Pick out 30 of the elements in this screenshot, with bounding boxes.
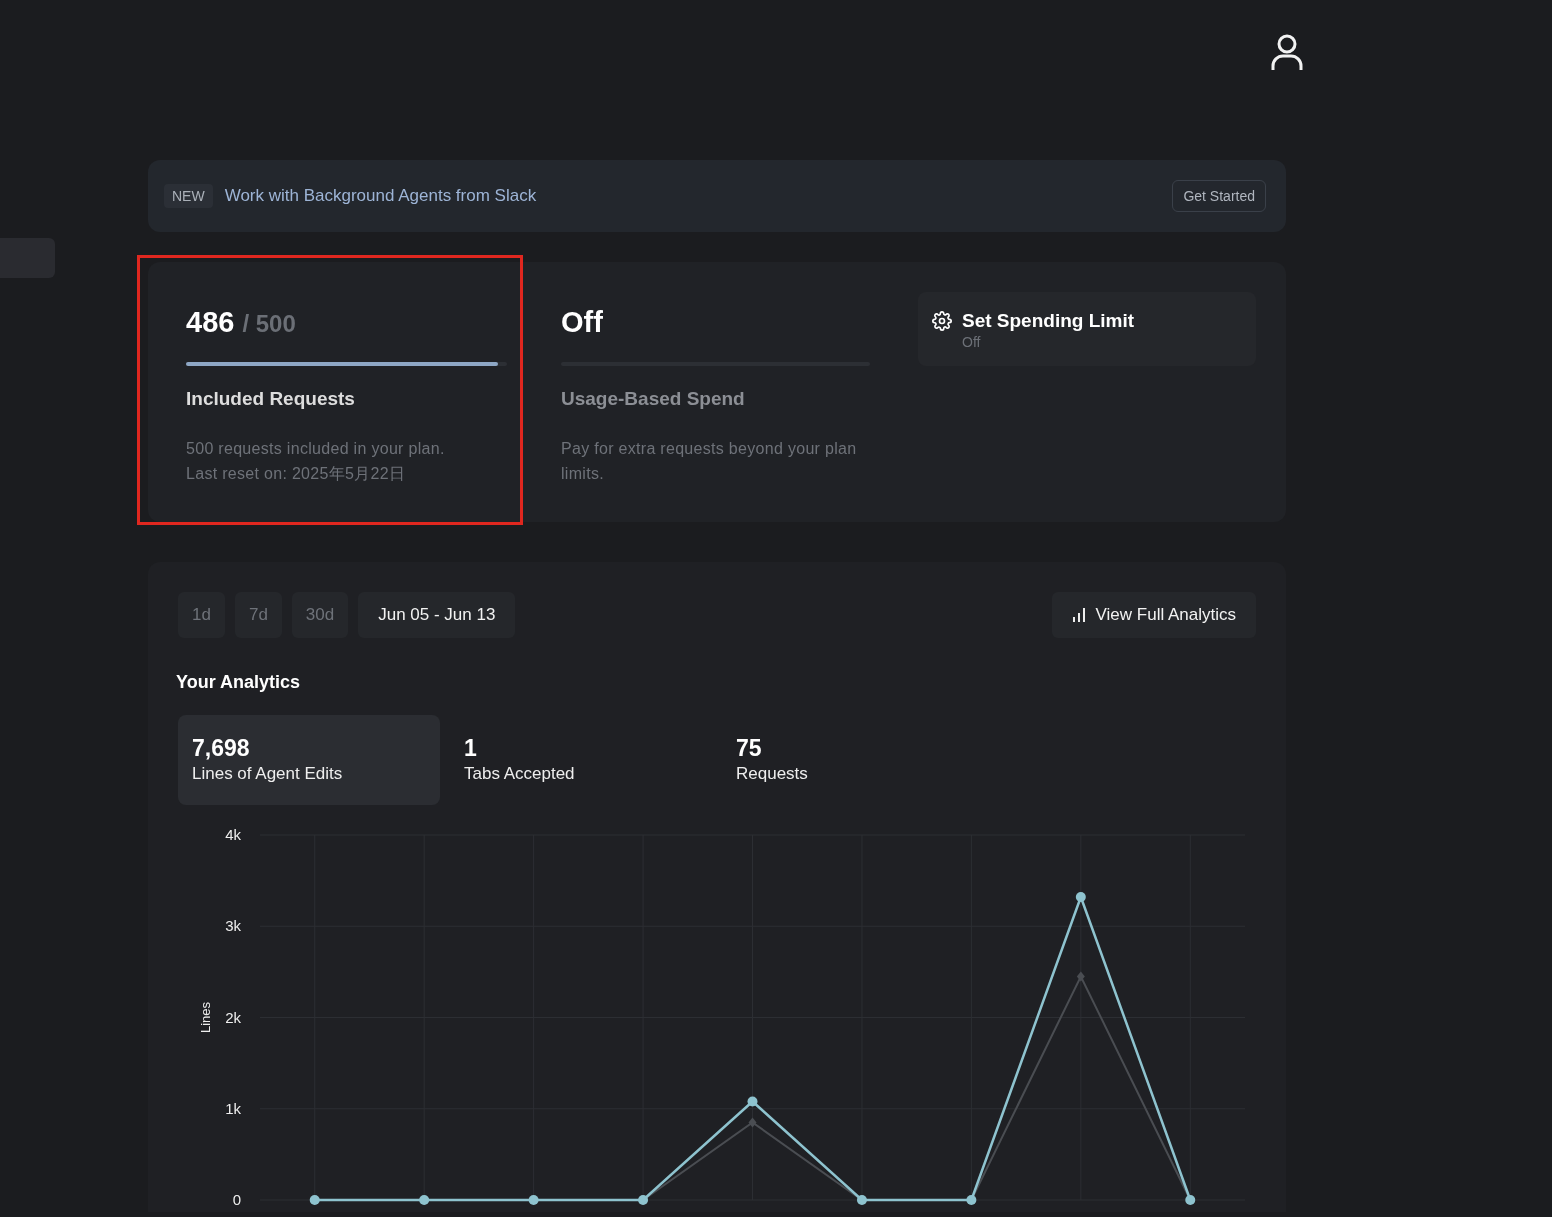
usage-value: 486 [186, 306, 235, 339]
spending-limit-button[interactable]: Set Spending Limit Off [918, 292, 1256, 366]
banner-message: Work with Background Agents from Slack [224, 186, 538, 206]
meter-description: Pay for extra requests beyond your plan limits. [561, 439, 858, 484]
point [747, 1096, 758, 1107]
y-tick-label: 2k [225, 1008, 241, 1026]
usage-value: Off [561, 306, 603, 339]
usage-total: / 500 [242, 310, 296, 338]
section-title: Your Analytics [176, 672, 302, 693]
user-icon[interactable] [1269, 34, 1305, 72]
point [748, 1117, 757, 1128]
y-axis-label: Lines [198, 1001, 213, 1034]
meter-title: Usage-Based Spend [561, 388, 746, 410]
point [1076, 971, 1085, 982]
y-tick-label: 0 [232, 1191, 241, 1208]
meter-title: Included Requests [186, 388, 356, 410]
y-tick-label: 1k [225, 1099, 241, 1117]
y-tick-label: 3k [225, 917, 241, 935]
gear-icon [932, 311, 952, 331]
stat-tab[interactable]: 1 Tabs Accepted [450, 715, 712, 805]
point [1075, 892, 1086, 903]
stat-tab[interactable]: 7,698 Lines of Agent Edits [178, 715, 440, 805]
new-badge: NEW [164, 184, 213, 208]
stat-tab[interactable]: 75 Requests [722, 715, 984, 805]
view-analytics-button[interactable]: View Full Analytics [1051, 592, 1256, 638]
get-started-button[interactable]: Get Started [1172, 180, 1266, 212]
meter-description: 500 requests included in your plan. Last reset on: 2025年5月22日 [186, 439, 446, 484]
bar-chart-icon [1071, 608, 1086, 622]
y-tick-label: 4k [225, 826, 241, 843]
date-range-tab[interactable]: Jun 05 - Jun 13 [358, 592, 516, 638]
